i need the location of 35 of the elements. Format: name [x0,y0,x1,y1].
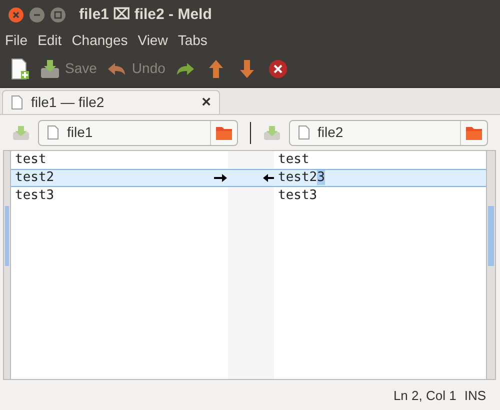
file-path-field[interactable]: file2 [288,120,488,146]
file-name: file1 [67,123,94,142]
tab-close-button[interactable]: × [202,90,211,114]
code-line: test [278,151,310,170]
maximize-icon[interactable] [50,7,66,23]
file-name: file2 [318,123,344,142]
code-line: test2 [15,169,54,188]
menu-item[interactable]: Changes [72,30,128,50]
arrow-right-icon[interactable] [214,173,228,183]
window-title: file1 ⌧ file2 - Meld [79,4,212,25]
save-icon [39,58,61,80]
scrollbar-thumb[interactable] [5,206,9,266]
file-icon [11,95,23,110]
insert-mode: INS [464,387,486,406]
menu-item[interactable]: File [5,30,28,50]
stop-button[interactable] [267,58,290,80]
tab[interactable]: file1 — file2 × [2,90,220,114]
folder-icon[interactable] [465,124,483,140]
code-line: test23 [278,169,325,188]
code-line: test3 [15,187,54,206]
close-icon[interactable] [8,7,24,23]
scrollbar-thumb[interactable] [488,206,494,266]
stop-icon [267,58,290,80]
cursor-position: Ln 2, Col 1 [393,387,456,406]
menu-item[interactable]: Tabs [178,30,208,50]
menu-item[interactable]: Edit [38,30,62,50]
menu-item[interactable]: View [138,30,168,50]
file-icon [298,125,310,140]
minimize-icon[interactable] [29,7,45,23]
file-icon [47,125,59,140]
code-line: test [15,151,46,170]
folder-icon[interactable] [214,124,232,140]
code-line: test3 [278,187,318,206]
tab-label: file1 — file2 [31,93,106,112]
file-path-field[interactable]: file1 [38,120,238,146]
